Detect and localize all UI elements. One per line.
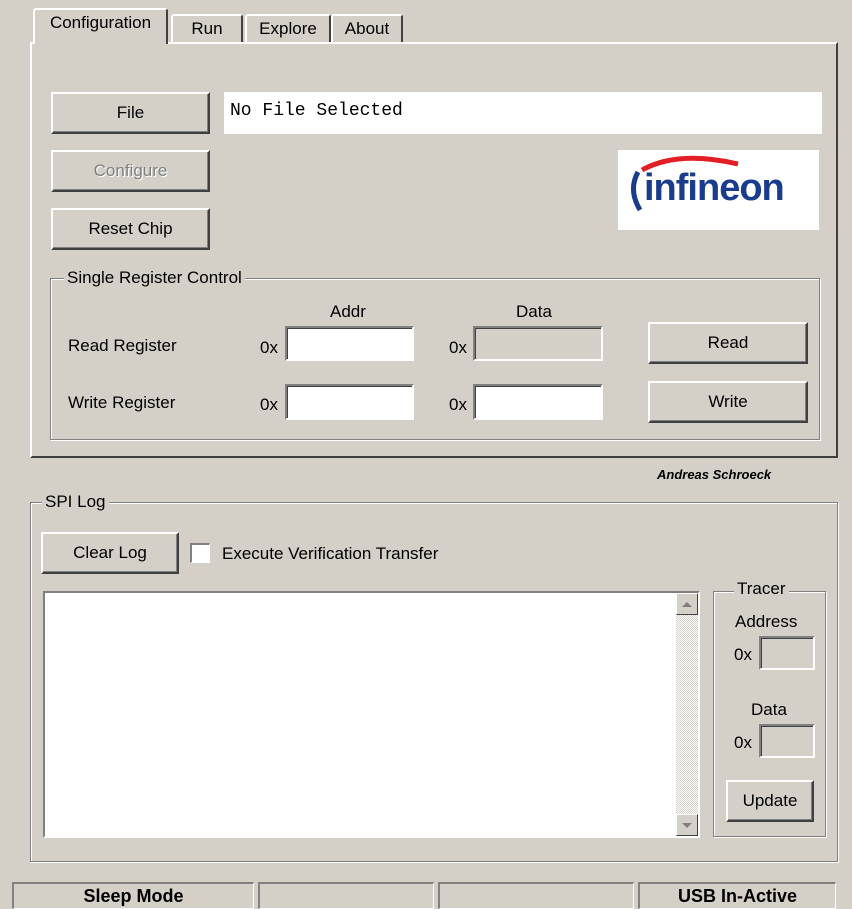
tab-configuration[interactable]: Configuration [33, 8, 168, 44]
write-button[interactable]: Write [648, 381, 808, 423]
arrow-up-icon [682, 601, 692, 607]
logo-text: infineon [644, 167, 785, 209]
read-register-label: Read Register [68, 336, 177, 355]
addr-header: Addr [330, 302, 366, 321]
status-usb: USB In-Active [638, 882, 836, 909]
tab-about[interactable]: About [331, 14, 403, 42]
spi-log-textarea[interactable] [43, 591, 700, 838]
read-data-prefix: 0x [449, 338, 467, 357]
write-addr-input[interactable] [285, 384, 414, 420]
status-cell-2 [258, 882, 434, 909]
write-addr-prefix: 0x [260, 395, 278, 414]
spi-log-content [45, 593, 698, 601]
log-scrollbar[interactable] [676, 593, 698, 836]
clear-log-button[interactable]: Clear Log [41, 532, 179, 574]
author-signature: Andreas Schroeck [657, 467, 772, 482]
tracer-data-field [759, 724, 815, 758]
scroll-down-button[interactable] [676, 814, 698, 836]
read-addr-prefix: 0x [260, 338, 278, 357]
file-path-display: No File Selected [224, 92, 822, 134]
tracer-data-prefix: 0x [734, 733, 752, 752]
tracer-address-field [759, 636, 815, 670]
update-button[interactable]: Update [726, 780, 814, 822]
read-button[interactable]: Read [648, 322, 808, 364]
read-addr-input[interactable] [285, 326, 414, 361]
tracer-address-prefix: 0x [734, 645, 752, 664]
read-data-field [473, 326, 603, 361]
configure-button[interactable]: Configure [51, 150, 210, 192]
tab-configuration-label: Configuration [49, 13, 152, 32]
verification-checkbox-label[interactable]: Execute Verification Transfer [222, 544, 438, 564]
infineon-logo: infineon [618, 150, 819, 230]
arrow-down-icon [682, 822, 692, 828]
tracer-data-label: Data [751, 700, 787, 719]
file-button[interactable]: File [51, 92, 210, 134]
tab-about-label: About [344, 19, 390, 38]
reset-chip-button[interactable]: Reset Chip [51, 208, 210, 250]
verification-checkbox[interactable] [190, 543, 210, 563]
scroll-up-button[interactable] [676, 593, 698, 615]
write-data-input[interactable] [473, 384, 603, 420]
tracer-title: Tracer [734, 579, 789, 599]
write-register-label: Write Register [68, 393, 176, 412]
tab-run[interactable]: Run [171, 14, 243, 42]
status-cell-3 [438, 882, 634, 909]
data-header: Data [516, 302, 552, 321]
register-control-title: Single Register Control [64, 268, 245, 288]
tab-run-label: Run [191, 19, 223, 38]
tracer-address-label: Address [735, 612, 798, 631]
tab-explore[interactable]: Explore [245, 14, 331, 42]
tab-explore-label: Explore [259, 19, 317, 38]
status-sleep-mode: Sleep Mode [12, 882, 254, 909]
spi-log-title: SPI Log [42, 492, 109, 512]
write-data-prefix: 0x [449, 395, 467, 414]
